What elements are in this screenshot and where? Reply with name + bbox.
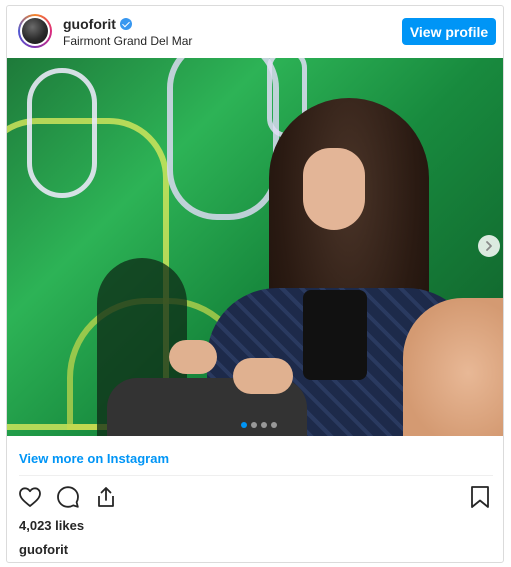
carousel-dot xyxy=(261,422,267,428)
view-profile-button[interactable]: View profile xyxy=(402,18,496,45)
location[interactable]: Fairmont Grand Del Mar xyxy=(63,34,192,48)
like-button[interactable] xyxy=(17,484,43,510)
chevron-right-icon xyxy=(486,241,492,251)
avatar-photo xyxy=(22,18,48,44)
view-more-link[interactable]: View more on Instagram xyxy=(19,451,169,466)
comment-button[interactable] xyxy=(55,484,81,510)
verified-badge-icon xyxy=(119,18,132,30)
share-button[interactable] xyxy=(93,484,119,510)
carousel-indicator xyxy=(241,422,277,428)
instagram-embed-card: guoforit Fairmont Grand Del Mar View pro… xyxy=(6,5,504,563)
heart-icon xyxy=(19,487,41,507)
avatar[interactable] xyxy=(18,14,52,48)
share-icon xyxy=(98,487,114,507)
post-actions xyxy=(17,484,119,510)
carousel-dot xyxy=(271,422,277,428)
likes-count[interactable]: 4,023 likes xyxy=(19,518,84,533)
post-photo[interactable] xyxy=(7,58,503,436)
save-button[interactable] xyxy=(467,484,493,510)
carousel-dot xyxy=(241,422,247,428)
carousel-next-button[interactable] xyxy=(478,235,500,257)
comment-bubble-icon xyxy=(57,486,79,508)
username-row: guoforit xyxy=(63,16,132,32)
divider xyxy=(19,475,493,476)
username[interactable]: guoforit xyxy=(63,16,116,32)
caption-username[interactable]: guoforit xyxy=(19,542,68,557)
post-header: guoforit Fairmont Grand Del Mar View pro… xyxy=(7,6,503,58)
bookmark-icon xyxy=(471,486,489,508)
carousel-dot xyxy=(251,422,257,428)
